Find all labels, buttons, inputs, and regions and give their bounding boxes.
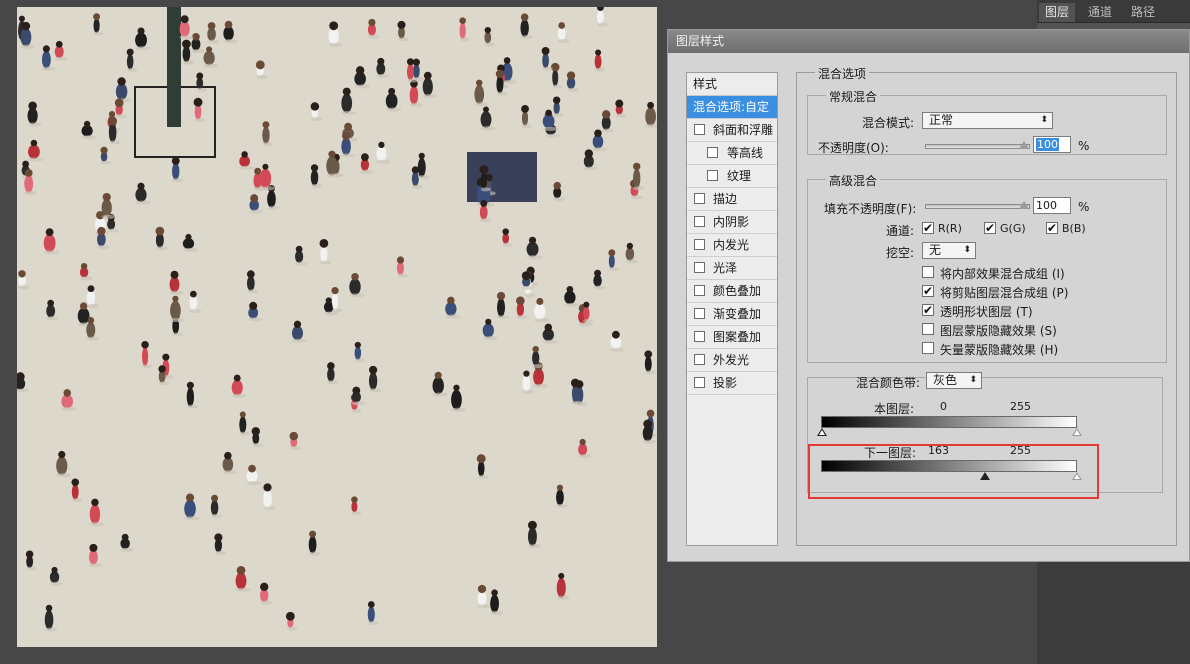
blend-mode-select[interactable]: 正常 ⬍	[922, 112, 1053, 129]
panel-tab-bar: 图层 通道 路径	[1037, 0, 1190, 23]
style-item[interactable]: 纹理	[687, 165, 777, 188]
fill-opacity-percent: %	[1078, 200, 1090, 214]
channel-b-checkbox[interactable]: ✔	[1046, 222, 1058, 234]
advanced-option-checkbox[interactable]	[922, 266, 934, 278]
fill-opacity-label: 填充不透明度(F):	[824, 202, 917, 216]
document-canvas[interactable]	[17, 7, 657, 647]
style-checkbox[interactable]	[694, 193, 705, 204]
opacity-percent: %	[1078, 139, 1090, 153]
style-item[interactable]: 光泽	[687, 257, 777, 280]
this-layer-gradient	[821, 416, 1077, 428]
style-item[interactable]: 斜面和浮雕	[687, 119, 777, 142]
channel-r-label: R(R)	[938, 222, 962, 235]
opacity-label: 不透明度(O):	[818, 141, 889, 155]
this-layer-white-slider[interactable]	[1072, 428, 1082, 436]
style-item-label: 光泽	[713, 261, 738, 275]
style-checkbox[interactable]	[694, 354, 705, 365]
general-blending-group: 常规混合 混合模式: 正常 ⬍ 不透明度(O): 100 %	[807, 88, 1167, 155]
advanced-option-label: 将内部效果混合成组 (I)	[940, 267, 1065, 281]
style-checkbox[interactable]	[694, 262, 705, 273]
advanced-option-label: 图层蒙版隐藏效果 (S)	[940, 324, 1057, 338]
style-item-label: 混合选项:自定	[693, 100, 770, 114]
this-layer-label: 本图层:	[874, 402, 915, 416]
style-item[interactable]: 混合选项:自定	[687, 96, 777, 119]
opacity-input[interactable]: 100	[1033, 136, 1071, 153]
blend-mode-value: 正常	[929, 113, 954, 127]
channel-g-label: G(G)	[1000, 222, 1026, 235]
advanced-option-checkbox[interactable]	[922, 323, 934, 335]
channel-b-label: B(B)	[1062, 222, 1086, 235]
style-checkbox[interactable]	[694, 124, 705, 135]
style-item-label: 斜面和浮雕	[713, 123, 774, 137]
this-layer-black-slider[interactable]	[817, 428, 827, 436]
tab-layers[interactable]: 图层	[1039, 3, 1076, 22]
channels-label: 通道:	[886, 224, 915, 238]
fill-opacity-slider-thumb[interactable]	[1019, 201, 1029, 209]
style-item[interactable]: 内阴影	[687, 211, 777, 234]
advanced-option-label: 矢量蒙版隐藏效果 (H)	[940, 343, 1059, 357]
knockout-value: 无	[929, 243, 942, 257]
tab-channels[interactable]: 通道	[1082, 3, 1118, 22]
advanced-option-label: 将剪贴图层混合成组 (P)	[940, 286, 1069, 300]
fill-opacity-input[interactable]: 100	[1033, 197, 1071, 214]
knockout-label: 挖空:	[886, 246, 915, 260]
style-item-label: 内阴影	[713, 215, 750, 229]
style-checkbox[interactable]	[707, 170, 718, 181]
chevron-updown-icon: ⬍	[1040, 115, 1048, 125]
style-checkbox[interactable]	[694, 377, 705, 388]
styles-list: 样式 混合选项:自定斜面和浮雕等高线纹理描边内阴影内发光光泽颜色叠加渐变叠加图案…	[686, 72, 778, 546]
opacity-slider[interactable]	[925, 144, 1030, 149]
blend-if-label: 混合颜色带:	[856, 376, 921, 390]
style-item[interactable]: 图案叠加	[687, 326, 777, 349]
style-checkbox[interactable]	[694, 216, 705, 227]
style-item[interactable]: 渐变叠加	[687, 303, 777, 326]
style-checkbox[interactable]	[694, 308, 705, 319]
knockout-select[interactable]: 无 ⬍	[922, 242, 976, 259]
styles-header[interactable]: 样式	[687, 73, 777, 96]
blend-mode-label: 混合模式:	[862, 116, 915, 130]
chevron-updown-icon: ⬍	[969, 375, 977, 385]
advanced-option-checkbox[interactable]: ✔	[922, 304, 934, 316]
style-item-label: 描边	[713, 192, 738, 206]
channel-r-checkbox[interactable]: ✔	[922, 222, 934, 234]
style-item-label: 颜色叠加	[713, 284, 762, 298]
style-item[interactable]: 投影	[687, 372, 777, 395]
advanced-blending-title: 高级混合	[826, 172, 881, 189]
layers-panel-lower	[1037, 562, 1190, 664]
fill-opacity-slider[interactable]	[925, 204, 1030, 209]
blend-options-title: 混合选项	[815, 65, 870, 82]
style-item-label: 渐变叠加	[713, 307, 762, 321]
crowd-photo	[17, 7, 657, 632]
style-item-label: 纹理	[727, 169, 752, 183]
style-item-label: 外发光	[713, 353, 750, 367]
style-item-label: 内发光	[713, 238, 750, 252]
style-item[interactable]: 等高线	[687, 142, 777, 165]
style-item[interactable]: 外发光	[687, 349, 777, 372]
opacity-slider-thumb[interactable]	[1019, 141, 1029, 149]
style-item-label: 图案叠加	[713, 330, 762, 344]
blend-if-value: 灰色	[933, 373, 958, 387]
advanced-option-checkbox[interactable]	[922, 342, 934, 354]
blend-if-select[interactable]: 灰色 ⬍	[926, 372, 982, 389]
tab-paths[interactable]: 路径	[1125, 3, 1161, 22]
this-layer-high-value: 255	[1010, 400, 1031, 413]
style-checkbox[interactable]	[694, 285, 705, 296]
style-item[interactable]: 内发光	[687, 234, 777, 257]
channel-g-checkbox[interactable]: ✔	[984, 222, 996, 234]
style-item[interactable]: 颜色叠加	[687, 280, 777, 303]
dialog-title[interactable]: 图层样式	[668, 30, 1189, 53]
style-item-label: 投影	[713, 376, 738, 390]
style-item[interactable]: 描边	[687, 188, 777, 211]
advanced-option-label: 透明形状图层 (T)	[940, 305, 1033, 319]
style-item-label: 等高线	[727, 146, 764, 160]
style-checkbox[interactable]	[694, 239, 705, 250]
style-checkbox[interactable]	[707, 147, 718, 158]
this-layer-low-value: 0	[940, 400, 947, 413]
advanced-blending-group: 高级混合 填充不透明度(F): 100 % 通道: ✔ R(R) ✔ G(G) …	[807, 172, 1167, 363]
style-checkbox[interactable]	[694, 331, 705, 342]
general-blending-title: 常规混合	[826, 88, 881, 105]
highlight-box	[808, 444, 1099, 499]
advanced-option-checkbox[interactable]: ✔	[922, 285, 934, 297]
chevron-updown-icon: ⬍	[963, 245, 971, 255]
